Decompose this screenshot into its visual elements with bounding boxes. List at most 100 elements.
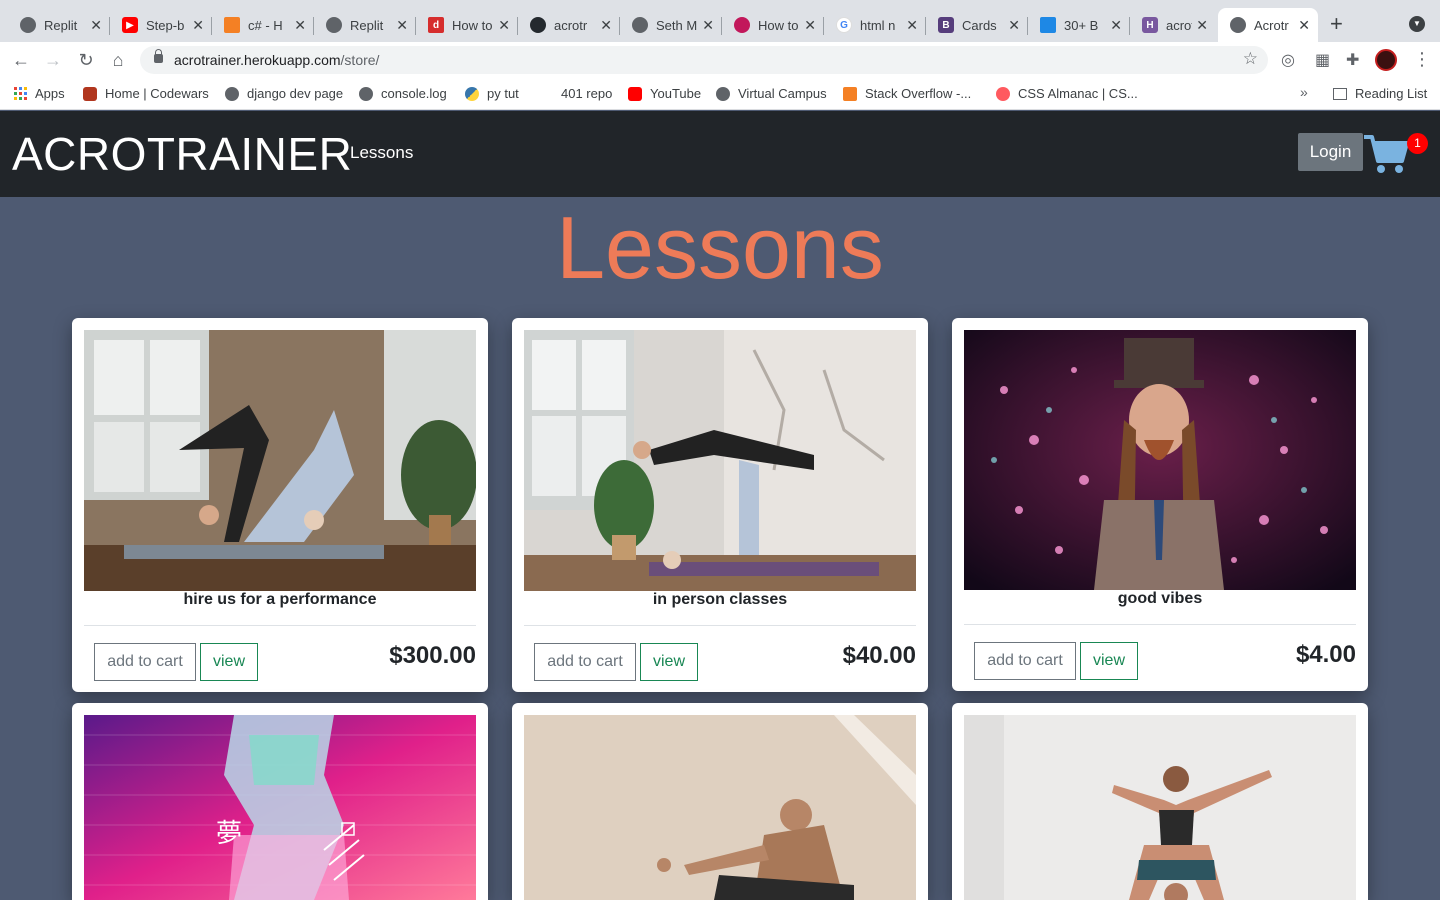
brand-logo[interactable]: ACROTRAINER (12, 127, 352, 181)
bookmark-codewars[interactable]: Home | Codewars (83, 86, 209, 101)
tab-label: c# - H (248, 17, 283, 33)
browser-tab[interactable]: H acrotr ✕ (1130, 8, 1216, 42)
page-title: Lessons (556, 198, 884, 297)
tab-label: Acrotr (1254, 17, 1289, 33)
browser-tab[interactable]: Seth M ✕ (620, 8, 722, 42)
close-icon[interactable]: ✕ (294, 17, 306, 34)
product-image[interactable] (964, 715, 1356, 900)
bookmark-console-log[interactable]: console.log (359, 86, 447, 101)
tab-label: 30+ B (1064, 17, 1099, 33)
view-button[interactable]: view (640, 643, 698, 681)
bookmark-apps[interactable]: Apps (14, 86, 65, 101)
replit-icon (326, 17, 342, 33)
back-icon[interactable]: ← (10, 49, 32, 71)
address-bar[interactable]: acrotrainer.herokuapp.com/store/ ☆ (140, 46, 1268, 74)
replit-icon (20, 17, 36, 33)
browser-tab[interactable]: c# - H ✕ (212, 8, 314, 42)
bookmark-label: CSS Almanac | CS... (1018, 86, 1138, 101)
card-price: $40.00 (842, 642, 916, 669)
reload-icon[interactable]: ↻ (75, 49, 97, 71)
product-card: hire us for a performance add to cart vi… (72, 318, 488, 692)
reading-list-icon (1333, 87, 1347, 100)
bookmark-label: 401 repo (561, 86, 613, 101)
browser-tab[interactable]: ▶ Step-b ✕ (110, 8, 212, 42)
google-icon: G (836, 17, 852, 33)
kanji-mark: 夢 (216, 819, 243, 849)
forward-icon[interactable]: → (42, 49, 64, 71)
browser-tab[interactable]: acrotr ✕ (518, 8, 620, 42)
bookmark-css-almanac[interactable]: CSS Almanac | CS... (996, 86, 1138, 101)
close-icon[interactable]: ✕ (498, 17, 510, 34)
close-icon[interactable]: ✕ (90, 17, 102, 34)
browser-tab[interactable]: B Cards ✕ (926, 8, 1028, 42)
browser-tab-active[interactable]: Acrotr ✕ (1218, 8, 1318, 42)
cart-icon[interactable] (1362, 131, 1410, 175)
add-to-cart-button[interactable]: add to cart (974, 642, 1076, 680)
bookmark-label: Stack Overflow -... (865, 86, 972, 101)
tab-label: Seth M (656, 17, 698, 33)
product-image[interactable] (524, 715, 916, 900)
add-to-cart-button[interactable]: add to cart (94, 643, 196, 681)
browser-tab[interactable]: G html n ✕ (824, 8, 926, 42)
close-icon[interactable]: ✕ (1008, 17, 1020, 34)
new-tab-icon[interactable]: + (1330, 12, 1343, 36)
close-icon[interactable]: ✕ (600, 17, 612, 34)
product-image[interactable] (964, 330, 1356, 590)
tab-label: acrotr (1166, 17, 1192, 33)
css-tricks-icon (996, 86, 1010, 101)
globe-icon (1230, 17, 1246, 33)
product-image[interactable] (84, 330, 476, 591)
bookmark-label: Home | Codewars (105, 86, 209, 101)
color-picker-extension-icon[interactable]: ◎ (1281, 50, 1295, 70)
product-image[interactable] (524, 330, 916, 591)
close-icon[interactable]: ✕ (906, 17, 918, 34)
bookmark-py-tut[interactable]: py tut (465, 86, 519, 101)
bookmark-401-repo[interactable]: 401 repo (539, 86, 612, 101)
extension-icon[interactable]: ▦ (1315, 50, 1330, 70)
bookmark-django[interactable]: django dev page (225, 86, 343, 101)
close-icon[interactable]: ✕ (1298, 17, 1310, 34)
home-icon[interactable]: ⌂ (107, 49, 129, 71)
globe-icon (225, 86, 239, 101)
product-card (512, 703, 928, 900)
login-button[interactable]: Login (1298, 133, 1363, 171)
product-image[interactable]: 夢 (84, 715, 476, 900)
browser-tab[interactable]: 30+ B ✕ (1028, 8, 1130, 42)
bookmark-star-icon[interactable]: ☆ (1243, 49, 1258, 69)
profile-avatar[interactable] (1375, 49, 1397, 71)
bookmark-virtual-campus[interactable]: Virtual Campus (716, 86, 827, 101)
browser-tab[interactable]: d How to ✕ (416, 8, 518, 42)
heroku-icon: H (1142, 17, 1158, 33)
browser-tab[interactable]: How to ✕ (722, 8, 824, 42)
product-card (952, 703, 1368, 900)
view-button[interactable]: view (1080, 642, 1138, 680)
close-icon[interactable]: ✕ (1110, 17, 1122, 34)
tab-label: acrotr (554, 17, 588, 33)
puzzle-icon[interactable]: ✚ (1346, 50, 1359, 70)
bookmark-label: Virtual Campus (738, 86, 827, 101)
tab-search-icon[interactable]: ▼ (1409, 16, 1425, 32)
card-title: good vibes (1117, 590, 1203, 607)
bookmark-stack-overflow[interactable]: Stack Overflow -... (843, 86, 971, 101)
close-icon[interactable]: ✕ (804, 17, 816, 34)
codewars-icon (83, 86, 97, 101)
view-button[interactable]: view (200, 643, 258, 681)
bookmark-label: YouTube (650, 86, 702, 101)
more-bookmarks-icon[interactable]: » (1300, 84, 1308, 100)
reading-list[interactable]: Reading List (1333, 86, 1427, 101)
nav-link-lessons[interactable]: Lessons (350, 143, 413, 163)
close-icon[interactable]: ✕ (396, 17, 408, 34)
add-to-cart-button[interactable]: add to cart (534, 643, 636, 681)
tab-label: Replit (350, 17, 384, 33)
close-icon[interactable]: ✕ (1196, 17, 1208, 34)
browser-tab[interactable]: Replit ✕ (8, 8, 110, 42)
browser-toolbar: ← → ↻ ⌂ acrotrainer.herokuapp.com/store/… (0, 42, 1440, 78)
browser-tab[interactable]: Replit ✕ (314, 8, 416, 42)
bookmark-label: py tut (487, 86, 519, 101)
bookmark-label: django dev page (247, 86, 344, 101)
url-text[interactable]: acrotrainer.herokuapp.com/store/ (174, 52, 379, 68)
close-icon[interactable]: ✕ (702, 17, 714, 34)
menu-kebab-icon[interactable]: ⋮ (1413, 49, 1431, 70)
bookmark-youtube[interactable]: YouTube (628, 86, 701, 101)
close-icon[interactable]: ✕ (192, 17, 204, 34)
